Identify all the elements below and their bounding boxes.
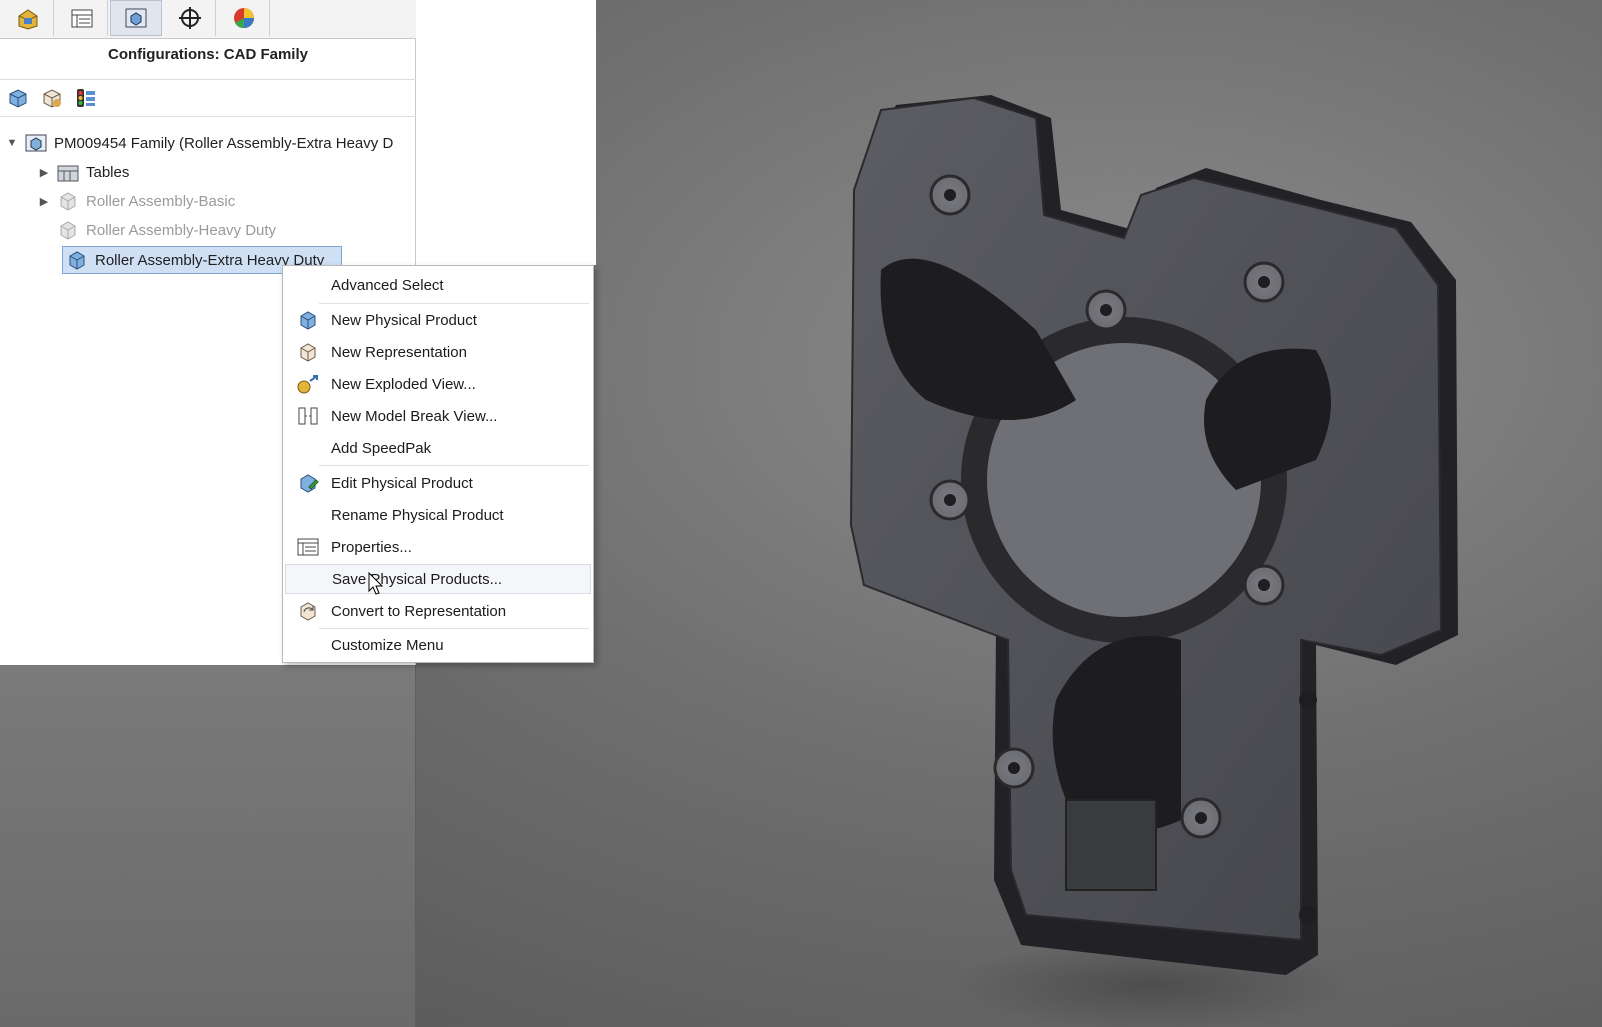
- representation-button[interactable]: [38, 84, 66, 112]
- tree-root-family[interactable]: ▼ PM009454 Family (Roller Assembly-Extra…: [4, 130, 414, 156]
- configuration-manager-icon: [125, 8, 147, 28]
- menu-item-properties[interactable]: Properties...: [285, 532, 591, 562]
- tab-feature-manager[interactable]: [2, 0, 54, 36]
- edit-product-icon: [293, 470, 323, 496]
- dimxpert-icon: [178, 7, 201, 29]
- show-suppressed-button[interactable]: [72, 84, 100, 112]
- mouse-pointer-icon: [368, 572, 384, 595]
- model-break-icon: [293, 403, 323, 429]
- tree-item-label: Roller Assembly-Basic: [86, 192, 236, 210]
- menu-item-new-model-break-view[interactable]: New Model Break View...: [285, 401, 591, 431]
- collapse-arrow-icon[interactable]: ▼: [4, 137, 20, 149]
- properties-icon: [293, 534, 323, 560]
- physical-product-icon: [293, 307, 323, 333]
- blank-icon: [293, 435, 323, 461]
- blank-icon: [293, 632, 323, 658]
- configuration-dim-icon: [56, 219, 80, 241]
- panel-title: Configurations: CAD Family: [107, 46, 308, 63]
- menu-item-new-physical-product[interactable]: New Physical Product: [285, 305, 591, 335]
- tree-root-label: PM009454 Family (Roller Assembly-Extra H…: [54, 134, 394, 152]
- blank-icon: [294, 566, 324, 592]
- tab-property-manager[interactable]: [56, 0, 108, 36]
- tree-item-tables[interactable]: ▶ Tables: [36, 159, 129, 185]
- exploded-view-icon: [293, 371, 323, 397]
- design-table-family-icon: [24, 132, 48, 154]
- tree-item-heavy-duty[interactable]: Roller Assembly-Heavy Duty: [52, 217, 276, 243]
- configuration-toolbar: [0, 79, 416, 117]
- manager-tabs: [0, 0, 416, 39]
- tab-dimxpert-manager[interactable]: [164, 0, 216, 36]
- roller-assembly-model[interactable]: [596, 0, 1602, 1027]
- menu-item-edit-physical-product[interactable]: Edit Physical Product: [285, 468, 591, 498]
- menu-item-new-representation[interactable]: New Representation: [285, 337, 591, 367]
- physical-product-button[interactable]: [4, 84, 32, 112]
- context-menu: Advanced Select New Physical Product New…: [282, 265, 594, 663]
- menu-item-add-speedpak[interactable]: Add SpeedPak: [285, 433, 591, 463]
- representation-icon: [293, 339, 323, 365]
- menu-item-customize-menu[interactable]: Customize Menu: [285, 630, 591, 660]
- menu-item-convert-to-representation[interactable]: Convert to Representation: [285, 596, 591, 626]
- tab-display-manager[interactable]: [218, 0, 270, 36]
- physical-product-icon: [65, 249, 89, 271]
- menu-item-rename-physical-product[interactable]: Rename Physical Product: [285, 500, 591, 530]
- expand-arrow-icon[interactable]: ▶: [36, 195, 52, 208]
- tree-item-label: Tables: [86, 163, 130, 181]
- graphics-viewport[interactable]: [596, 0, 1602, 1027]
- expand-arrow-icon[interactable]: ▶: [36, 166, 52, 179]
- panel-empty-area: [0, 665, 416, 1027]
- tree-item-basic[interactable]: ▶ Roller Assembly-Basic: [36, 188, 235, 214]
- tree-item-label: Roller Assembly-Heavy Duty: [86, 221, 277, 239]
- show-suppressed-icon: [77, 89, 95, 107]
- menu-item-advanced-select[interactable]: Advanced Select: [285, 270, 591, 300]
- menu-item-save-physical-products[interactable]: Save Physical Products...: [285, 564, 591, 594]
- configuration-dim-icon: [56, 190, 80, 212]
- convert-icon: [293, 598, 323, 624]
- tab-configuration-manager[interactable]: [110, 0, 162, 36]
- blank-icon: [293, 502, 323, 528]
- feature-manager-icon: [18, 9, 37, 30]
- tables-folder-icon: [56, 161, 80, 183]
- property-manager-icon: [71, 9, 92, 28]
- representation-icon: [43, 89, 61, 108]
- panel-splitter-area: [416, 0, 596, 265]
- display-manager-icon: [233, 8, 254, 29]
- menu-item-new-exploded-view[interactable]: New Exploded View...: [285, 369, 591, 399]
- physical-product-icon: [9, 89, 27, 108]
- blank-icon: [293, 272, 323, 298]
